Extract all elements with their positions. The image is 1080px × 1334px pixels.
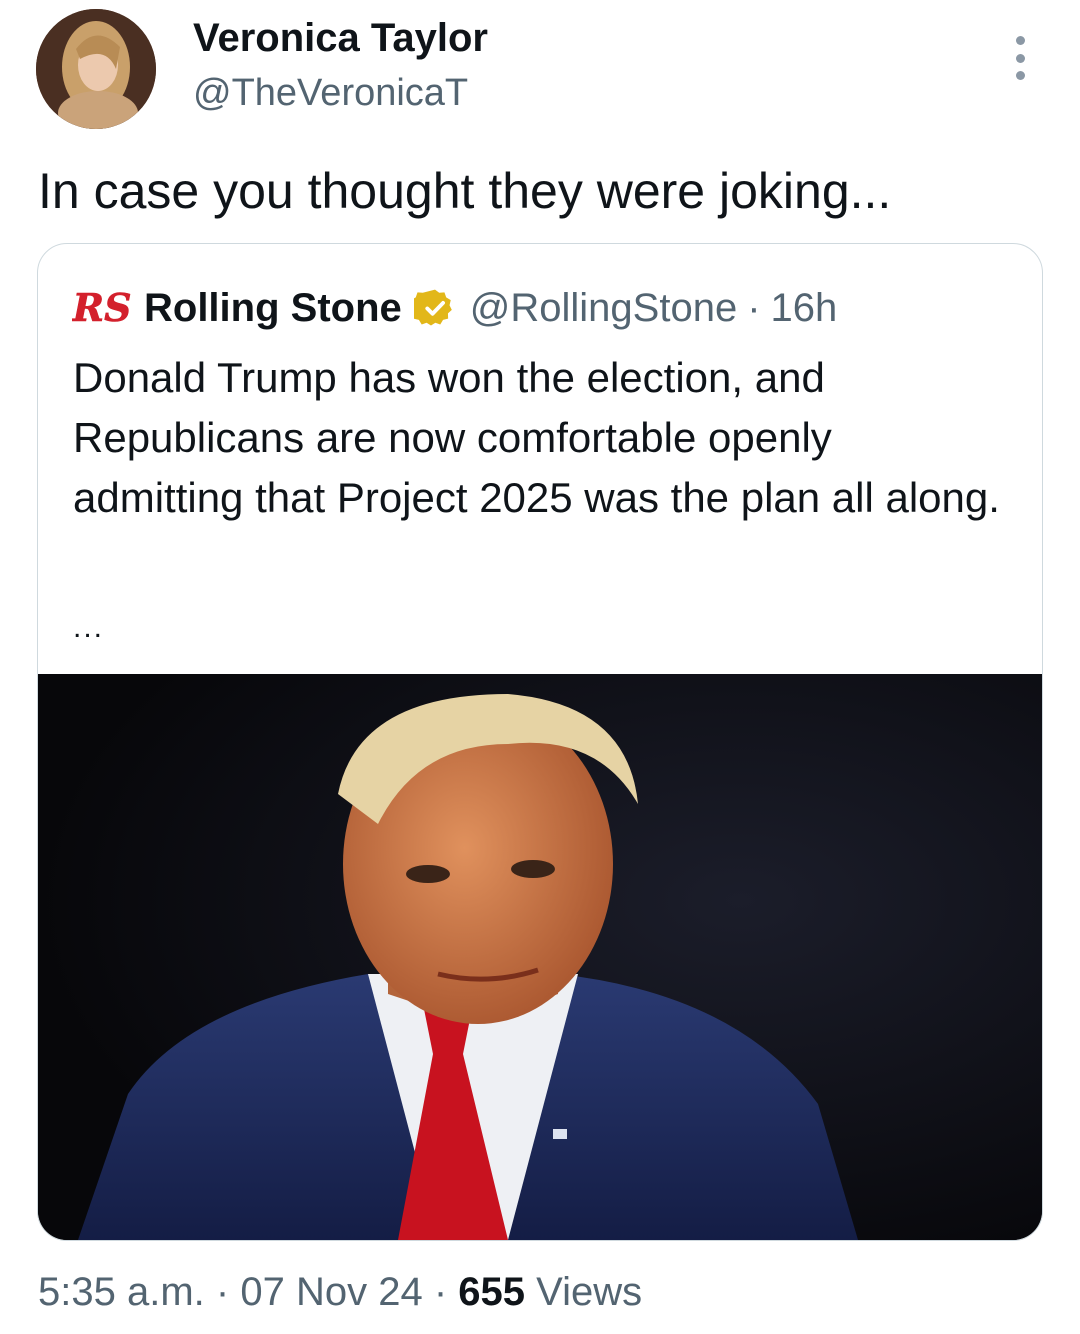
meta-separator: · bbox=[433, 1270, 448, 1314]
quoted-author-handle[interactable]: @RollingStone bbox=[470, 286, 737, 331]
views-count[interactable]: 655 bbox=[458, 1270, 525, 1314]
quoted-tweet-text: Donald Trump has won the election, and R… bbox=[73, 354, 1000, 521]
quoted-tweet-photo[interactable] bbox=[38, 674, 1042, 1240]
avatar-portrait bbox=[36, 9, 156, 129]
views-label: Views bbox=[536, 1270, 643, 1314]
more-dot bbox=[1015, 53, 1025, 63]
author-name[interactable]: Veronica Taylor bbox=[193, 14, 488, 62]
quoted-tweet-truncation: ... bbox=[73, 611, 105, 644]
quoted-tweet-card[interactable]: RS Rolling Stone @RollingStone · 16h Don… bbox=[37, 243, 1043, 1241]
more-options-button[interactable] bbox=[1004, 36, 1036, 80]
quoted-tweet-header: RS Rolling Stone @RollingStone · 16h bbox=[72, 280, 837, 336]
rolling-stone-logo[interactable]: RS bbox=[72, 280, 132, 336]
verified-badge-icon bbox=[413, 287, 456, 329]
more-vertical-icon bbox=[1015, 36, 1025, 45]
post-time[interactable]: 5:35 a.m. bbox=[38, 1270, 205, 1314]
header-separator: · bbox=[747, 285, 761, 330]
svg-text:RS: RS bbox=[72, 285, 132, 330]
author-avatar[interactable] bbox=[36, 9, 156, 129]
author-handle[interactable]: @TheVeronicaT bbox=[193, 70, 468, 116]
post-date[interactable]: 07 Nov 24 bbox=[240, 1270, 422, 1314]
more-dot bbox=[1015, 71, 1025, 80]
quoted-tweet-time[interactable]: 16h bbox=[771, 286, 838, 331]
quoted-author-name[interactable]: Rolling Stone bbox=[144, 286, 402, 331]
portrait-photo bbox=[38, 674, 1042, 1240]
meta-separator: · bbox=[215, 1270, 230, 1314]
tweet-meta: 5:35 a.m. · 07 Nov 24 · 655 Views bbox=[38, 1266, 642, 1318]
tweet-text: In case you thought they were joking... bbox=[38, 163, 892, 219]
